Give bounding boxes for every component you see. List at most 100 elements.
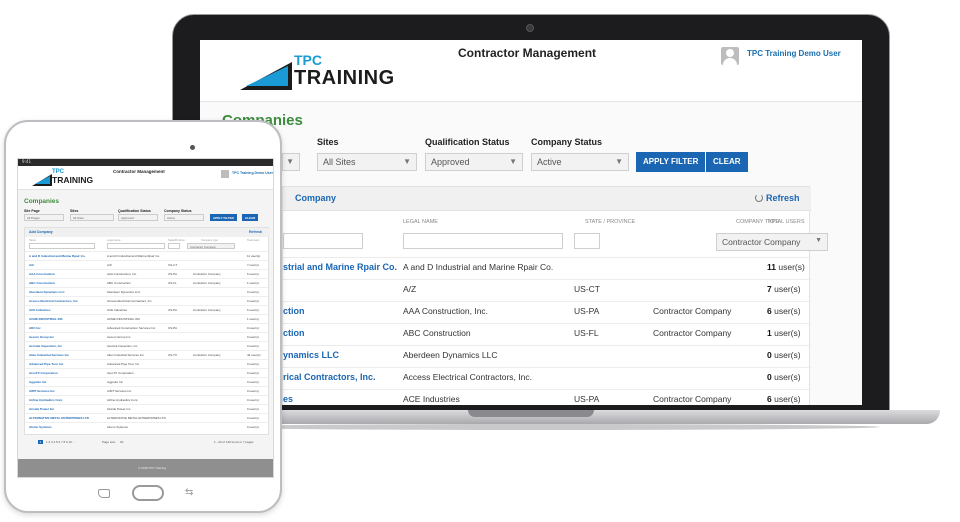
company-name-link[interactable]: ynamics LLC: [283, 350, 339, 360]
tablet-pager-info: 1 - 20 of 140 items in 7 pages: [214, 440, 254, 444]
tablet-company-name-link[interactable]: Airside Power Inc: [29, 407, 54, 411]
filter-input-state[interactable]: [574, 233, 600, 249]
tablet-company-name-link[interactable]: Allen Industrial Services Inc: [29, 353, 69, 357]
tablet-table-row[interactable]: ALTERNATIVE METAL ENTERPRISES LTD ALTERNA…: [25, 413, 270, 420]
tablet-recent-apps-icon[interactable]: ⇆: [185, 488, 197, 498]
tablet-table-row[interactable]: Aerotek Inspection, Inc Aerotek Inspectio…: [25, 341, 270, 348]
tablet-table-row[interactable]: AAA Construction AAA Construction, Inc. US…: [25, 269, 270, 276]
tablet-filter-name[interactable]: [29, 243, 95, 249]
tablet-company-name-link[interactable]: ABC Construction: [29, 281, 55, 285]
tablet-pager-size-select[interactable]: 20: [120, 440, 123, 444]
tablet-table-row[interactable]: Aberdeen Dynamics LLC Aberdeen Dynamics L…: [25, 287, 270, 294]
tablet-company-name-link[interactable]: ALTERNATIVE METAL ENTERPRISES LTD: [29, 416, 89, 420]
tablet-status-select[interactable]: Active: [164, 214, 204, 221]
tablet-home-button[interactable]: [132, 485, 164, 501]
company-status-select[interactable]: Active ▼: [531, 153, 629, 171]
tablet-table-row[interactable]: Aecom Group Inc Aecom Group Inc 0 user(s): [25, 332, 270, 339]
tablet-filter-state[interactable]: [168, 243, 180, 249]
table-row[interactable]: es ACE Industries US-PA Contractor Company 6…: [283, 389, 811, 405]
tablet-logo[interactable]: TPC TRAINING: [32, 169, 93, 187]
column-header-total-users[interactable]: TOTAL USERS: [767, 219, 805, 225]
tablet-pager-current[interactable]: 1: [38, 440, 43, 444]
tablet-table-row[interactable]: Allen Industrial Services Inc Allen Indus…: [25, 350, 270, 357]
tablet-table-row[interactable]: ACME INDUSTRIAL INC ACME INDUSTRIAL INC 1 …: [25, 314, 270, 321]
clear-button[interactable]: CLEAR: [706, 152, 748, 172]
tablet-table-row[interactable]: ABC Construction ABC Construction US-FL Con…: [25, 278, 270, 285]
table-row[interactable]: strial and Marine Rpair Co. A and D Indus…: [283, 257, 811, 276]
tablet-table-row[interactable]: Access Electrical Contractors, Inc. Acces…: [25, 296, 270, 303]
table-row[interactable]: rical Contractors, Inc. Access Electrical…: [283, 367, 811, 386]
tablet-sites-select[interactable]: All Sites: [70, 214, 114, 221]
tablet-col-state[interactable]: State/Province: [168, 239, 185, 242]
tablet-col-users[interactable]: Total users: [247, 239, 260, 242]
filter-select-company-type[interactable]: Contractor Company ▼: [716, 233, 828, 251]
filter-input-legal-name[interactable]: [403, 233, 563, 249]
tablet-table-row[interactable]: ADC Inc Advanced Construction Services In…: [25, 323, 270, 330]
tablet-user-name[interactable]: TPC Training Demo User: [232, 171, 273, 175]
tablet-table-row[interactable]: Airside Power Inc Airside Power Inc 0 user…: [25, 404, 270, 411]
tablet-col-name[interactable]: Name: [29, 239, 36, 242]
tablet-company-name-link[interactable]: AAA Construction: [29, 272, 55, 276]
table-row[interactable]: ction ABC Construction US-FL Contractor Com…: [283, 323, 811, 342]
tablet-table-row[interactable]: AIMT Services Inc AIMT Services Inc 0 user…: [25, 386, 270, 393]
tablet-col-type[interactable]: Company type: [201, 239, 218, 242]
tablet-table-row[interactable]: Airline Hydraulics Corp Airline Hydraulic…: [25, 395, 270, 402]
tablet-company-name-link[interactable]: ADC Inc: [29, 326, 41, 330]
tablet-back-icon[interactable]: [98, 489, 110, 498]
tablet-refresh-button[interactable]: Refresh: [249, 230, 262, 234]
tablet-table-row[interactable]: AeroTX Corporation AeroTX Corporation 0 us…: [25, 368, 270, 375]
tablet-qual-select[interactable]: Approved: [118, 214, 158, 221]
tablet-company-name-link[interactable]: Advanced Pipe Tool, Inc: [29, 362, 63, 366]
refresh-button[interactable]: Refresh: [755, 193, 800, 203]
company-name-link[interactable]: strial and Marine Rpair Co.: [283, 262, 397, 272]
tablet-table-row[interactable]: A/Z A/Z US-CT 7 user(s): [25, 260, 270, 267]
table-row[interactable]: ynamics LLC Aberdeen Dynamics LLC 0 user(s…: [283, 345, 811, 364]
company-name-link[interactable]: ction: [283, 306, 305, 316]
user-name-link[interactable]: TPC Training Demo User: [747, 49, 841, 58]
tablet-legal-name-cell: ACE Industries: [107, 307, 128, 312]
tablet-user-avatar-icon[interactable]: [221, 170, 229, 178]
tablet-col-legal[interactable]: Legal name: [107, 239, 121, 242]
tablet-apply-filter-button[interactable]: APPLY FILTER: [210, 214, 237, 221]
tablet-company-name-link[interactable]: Airline Hydraulics Corp: [29, 398, 62, 402]
tablet-company-name-link[interactable]: ACME INDUSTRIAL INC: [29, 317, 63, 321]
tablet-status-time: 9:41: [22, 159, 31, 164]
site-page-select[interactable]: ▼: [282, 153, 300, 171]
company-name-link[interactable]: ction: [283, 328, 305, 338]
tablet-clear-button[interactable]: CLEAR: [242, 214, 259, 221]
tablet-company-name-link[interactable]: Aberdeen Dynamics LLC: [29, 290, 65, 294]
filter-input-name[interactable]: [283, 233, 363, 249]
tablet-site-page-select[interactable]: All Pages: [24, 214, 64, 221]
tablet-filter-legal[interactable]: [107, 243, 165, 249]
tablet-table-row[interactable]: Aggreko Inc Aggreko Inc 0 user(s): [25, 377, 270, 384]
tablet-add-company-link[interactable]: Add Company: [29, 230, 53, 234]
tablet-company-name-link[interactable]: Aggreko Inc: [29, 380, 46, 384]
company-name-link[interactable]: es: [283, 394, 293, 404]
sites-select[interactable]: All Sites ▼: [317, 153, 417, 171]
tablet-filter-type[interactable]: Contractor Company: [187, 243, 235, 249]
qualification-status-select[interactable]: Approved ▼: [425, 153, 523, 171]
user-avatar-icon[interactable]: [721, 47, 739, 65]
tablet-company-name-link[interactable]: Aerotek Inspection, Inc: [29, 344, 62, 348]
tablet-company-name-link[interactable]: Access Electrical Contractors, Inc.: [29, 299, 78, 303]
column-header-legal-name[interactable]: LEGAL NAME: [403, 219, 438, 225]
table-row[interactable]: A/Z US-CT 7 user(s): [283, 279, 811, 298]
tablet-table-row[interactable]: ACE Industries ACE Industries US-PA Contrac…: [25, 305, 270, 312]
apply-filter-button[interactable]: APPLY FILTER: [636, 152, 706, 172]
tablet-company-name-link[interactable]: A and D Industrial and Marine Rpair Co.: [29, 254, 85, 258]
tablet-company-name-link[interactable]: AIMT Services Inc: [29, 389, 55, 393]
tablet-company-name-link[interactable]: Aecom Group Inc: [29, 335, 54, 339]
add-company-link[interactable]: Company: [295, 193, 336, 203]
tablet-table-row[interactable]: A and D Industrial and Marine Rpair Co. A…: [25, 251, 270, 258]
tablet-table-row[interactable]: Advanced Pipe Tool, Inc Advanced Pipe Too…: [25, 359, 270, 366]
column-header-state[interactable]: STATE / PROVINCE: [585, 219, 635, 225]
tablet-table-row[interactable]: Alumo Systems Alumo Systems 0 user(s): [25, 422, 270, 429]
tablet-company-name-link[interactable]: ACE Industries: [29, 308, 51, 312]
tablet-company-name-link[interactable]: AeroTX Corporation: [29, 371, 58, 375]
tablet-company-name-link[interactable]: A/Z: [29, 263, 34, 267]
company-name-link[interactable]: rical Contractors, Inc.: [283, 372, 376, 382]
table-row[interactable]: ction AAA Construction, Inc. US-PA Contract…: [283, 301, 811, 320]
tablet-pager-pages[interactable]: 1 2 3 4 5 6 7 8 9 10 ...: [46, 440, 75, 444]
tpc-training-logo[interactable]: TPC TRAINING: [240, 50, 394, 90]
tablet-company-name-link[interactable]: Alumo Systems: [29, 425, 52, 429]
